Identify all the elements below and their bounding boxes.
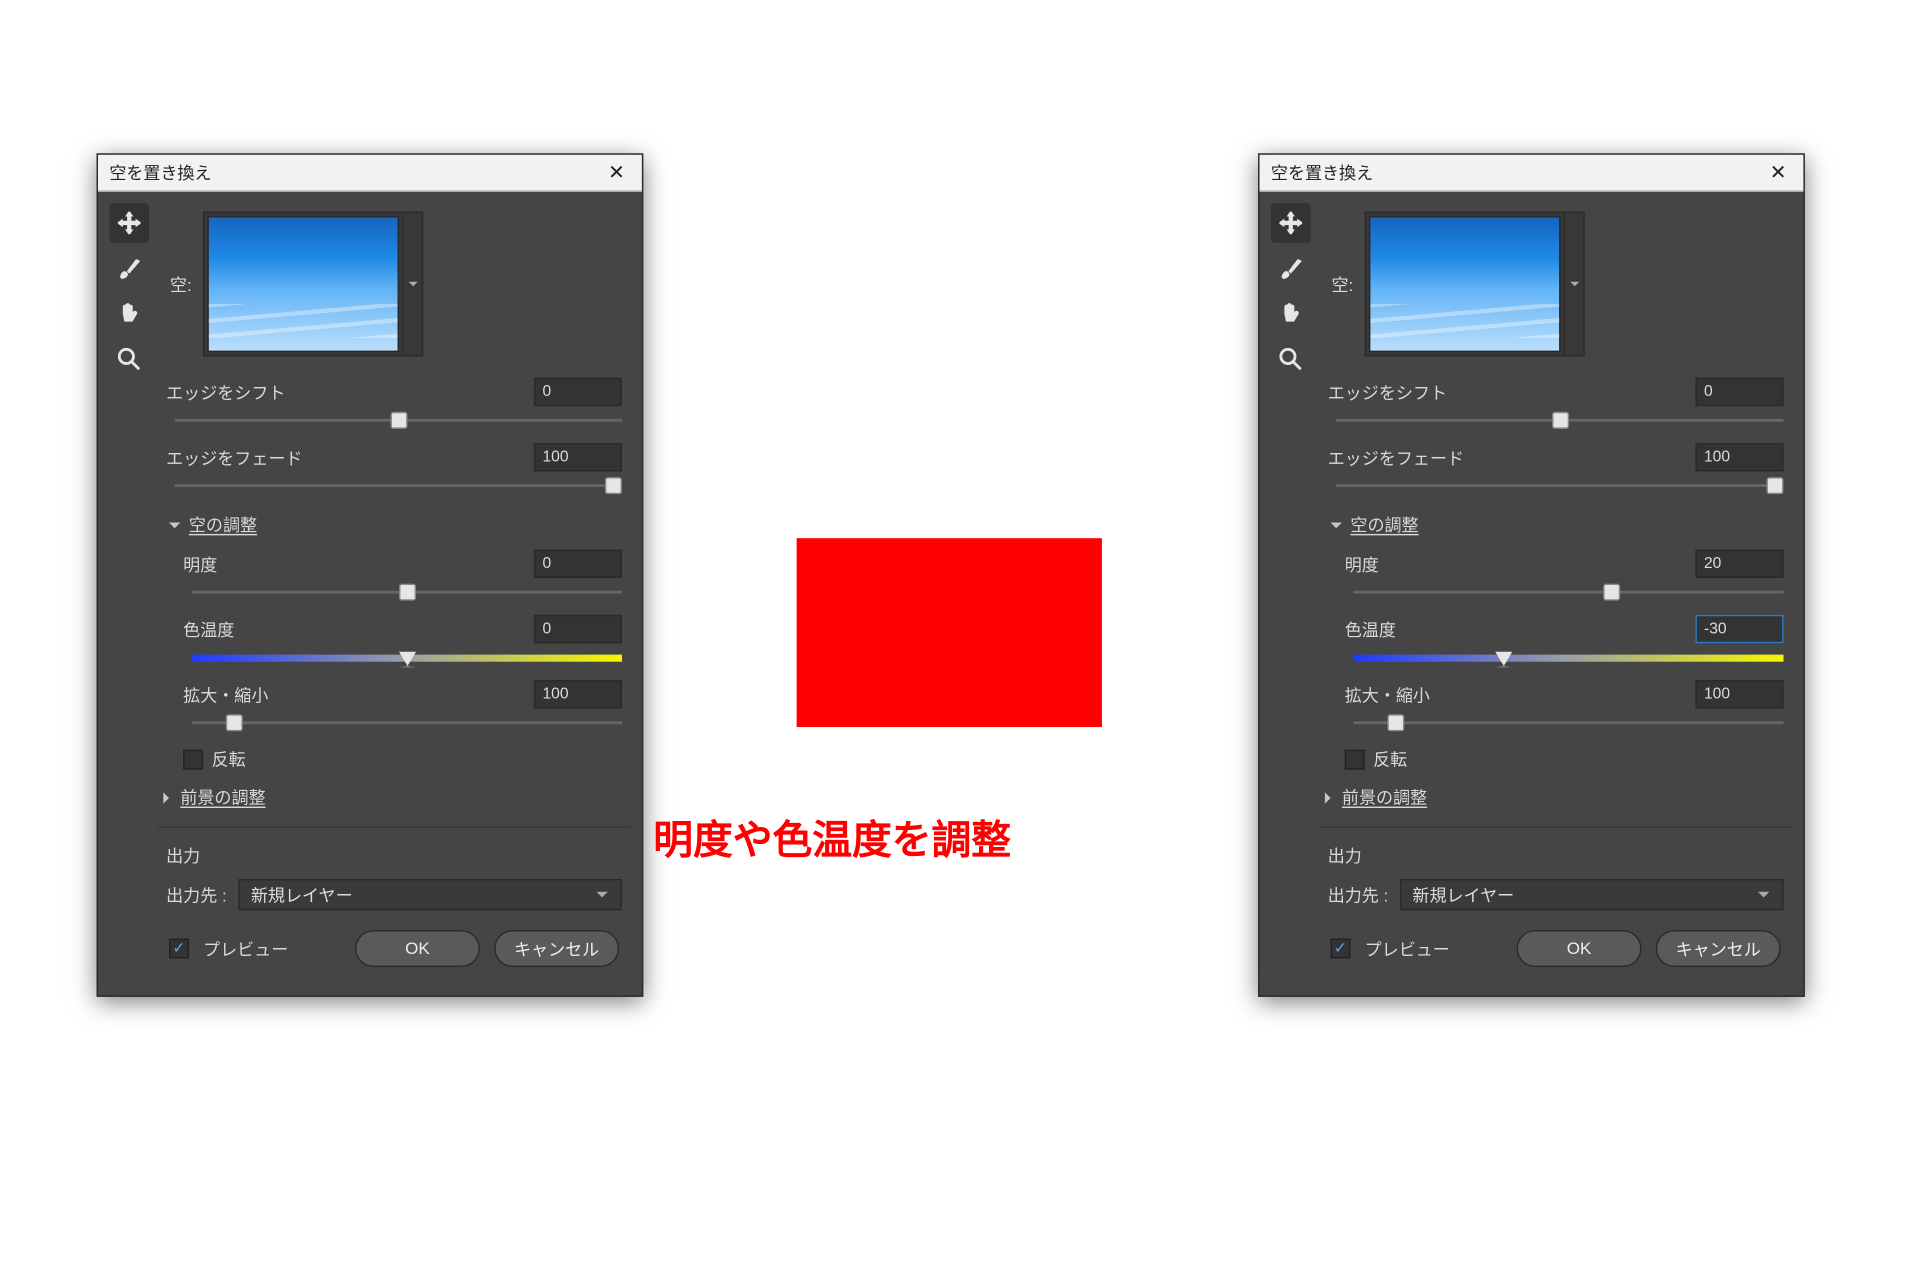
edge-fade-input[interactable] — [534, 443, 622, 471]
preview-checkbox[interactable] — [169, 939, 189, 959]
edge-shift-input[interactable] — [534, 378, 622, 406]
scale-input[interactable] — [1695, 680, 1783, 708]
color-temp-input[interactable] — [534, 615, 622, 643]
section-label: 前景の調整 — [1342, 785, 1427, 809]
tool-column — [109, 203, 149, 984]
dialog-title: 空を置き換え — [109, 160, 211, 184]
chevron-down-icon[interactable] — [402, 213, 422, 355]
annotation-text: 明度や色温度を調整 — [653, 809, 1011, 866]
color-temp-input[interactable] — [1695, 615, 1783, 643]
sky-adjust-section-header[interactable]: 空の調整 — [1319, 504, 1792, 545]
edge-shift-label: エッジをシフト — [1328, 380, 1684, 404]
hand-tool-icon[interactable] — [109, 294, 149, 334]
edge-shift-slider[interactable] — [175, 410, 622, 430]
move-tool-icon[interactable] — [1271, 203, 1311, 243]
cancel-button[interactable]: キャンセル — [494, 930, 619, 967]
scale-slider[interactable] — [192, 713, 622, 733]
dialog-titlebar[interactable]: 空を置き換え ✕ — [98, 155, 642, 192]
ok-button[interactable]: OK — [355, 930, 480, 967]
zoom-tool-icon[interactable] — [109, 339, 149, 379]
cancel-button[interactable]: キャンセル — [1656, 930, 1781, 967]
close-icon[interactable]: ✕ — [602, 160, 630, 184]
chevron-down-icon — [1757, 888, 1771, 902]
preview-label: プレビュー — [203, 936, 288, 960]
close-icon[interactable]: ✕ — [1764, 160, 1792, 184]
ok-button[interactable]: OK — [1517, 930, 1642, 967]
annotation-red-box — [797, 538, 1102, 727]
brightness-slider[interactable] — [1353, 582, 1783, 602]
sky-preset-dropdown[interactable] — [203, 212, 423, 357]
cancel-label: キャンセル — [1676, 936, 1761, 960]
chevron-down-icon — [1328, 516, 1345, 533]
chevron-down-icon — [166, 516, 183, 533]
output-to-select[interactable]: 新規レイヤー — [1400, 879, 1784, 910]
edge-fade-label: エッジをフェード — [1328, 445, 1684, 469]
dialog-title: 空を置き換え — [1271, 160, 1373, 184]
brush-tool-icon[interactable] — [1271, 249, 1311, 289]
cancel-label: キャンセル — [514, 936, 599, 960]
scale-label: 拡大・縮小 — [1345, 682, 1684, 706]
output-header: 出力 — [1328, 843, 1362, 867]
sky-replace-dialog-left: 空を置き換え ✕ 空: エッジをシフト — [97, 153, 644, 996]
edge-fade-input[interactable] — [1695, 443, 1783, 471]
output-to-value: 新規レイヤー — [1412, 883, 1514, 907]
section-label: 空の調整 — [189, 513, 257, 537]
brightness-input[interactable] — [1695, 550, 1783, 578]
brightness-label: 明度 — [183, 552, 522, 576]
color-temp-slider[interactable] — [1353, 648, 1783, 668]
sky-label: 空: — [158, 272, 192, 296]
flip-label: 反転 — [212, 747, 246, 771]
output-to-select[interactable]: 新規レイヤー — [238, 879, 622, 910]
fg-adjust-section-header[interactable]: 前景の調整 — [1319, 777, 1792, 818]
edge-fade-slider[interactable] — [1336, 476, 1783, 496]
scale-slider[interactable] — [1353, 713, 1783, 733]
ok-label: OK — [405, 939, 430, 959]
fg-adjust-section-header[interactable]: 前景の調整 — [158, 777, 631, 818]
preview-label: プレビュー — [1365, 936, 1450, 960]
tool-column — [1271, 203, 1311, 984]
brush-tool-icon[interactable] — [109, 249, 149, 289]
sky-replace-dialog-right: 空を置き換え ✕ 空: エッジをシフト — [1258, 153, 1805, 996]
scale-label: 拡大・縮小 — [183, 682, 522, 706]
preview-checkbox[interactable] — [1331, 939, 1351, 959]
section-label: 空の調整 — [1350, 513, 1418, 537]
brightness-slider[interactable] — [192, 582, 622, 602]
chevron-down-icon — [595, 888, 609, 902]
flip-label: 反転 — [1373, 747, 1407, 771]
brightness-label: 明度 — [1345, 552, 1684, 576]
ok-label: OK — [1567, 939, 1592, 959]
chevron-right-icon — [1319, 789, 1336, 806]
sky-thumbnail — [1369, 216, 1561, 352]
hand-tool-icon[interactable] — [1271, 294, 1311, 334]
zoom-tool-icon[interactable] — [1271, 339, 1311, 379]
sky-preset-dropdown[interactable] — [1365, 212, 1585, 357]
section-label: 前景の調整 — [180, 785, 265, 809]
output-to-label: 出力先 : — [166, 883, 227, 907]
edge-shift-input[interactable] — [1695, 378, 1783, 406]
edge-shift-slider[interactable] — [1336, 410, 1783, 430]
flip-checkbox[interactable] — [1345, 749, 1365, 769]
edge-fade-label: エッジをフェード — [166, 445, 522, 469]
sky-adjust-section-header[interactable]: 空の調整 — [158, 504, 631, 545]
flip-checkbox[interactable] — [183, 749, 203, 769]
sky-label: 空: — [1319, 272, 1353, 296]
output-to-value: 新規レイヤー — [251, 883, 353, 907]
brightness-input[interactable] — [534, 550, 622, 578]
color-temp-label: 色温度 — [1345, 617, 1684, 641]
edge-shift-label: エッジをシフト — [166, 380, 522, 404]
move-tool-icon[interactable] — [109, 203, 149, 243]
edge-fade-slider[interactable] — [175, 476, 622, 496]
color-temp-label: 色温度 — [183, 617, 522, 641]
color-temp-slider[interactable] — [192, 648, 622, 668]
output-header: 出力 — [166, 843, 200, 867]
scale-input[interactable] — [534, 680, 622, 708]
dialog-titlebar[interactable]: 空を置き換え ✕ — [1260, 155, 1804, 192]
chevron-down-icon[interactable] — [1563, 213, 1583, 355]
sky-thumbnail — [207, 216, 399, 352]
chevron-right-icon — [158, 789, 175, 806]
output-to-label: 出力先 : — [1328, 883, 1389, 907]
